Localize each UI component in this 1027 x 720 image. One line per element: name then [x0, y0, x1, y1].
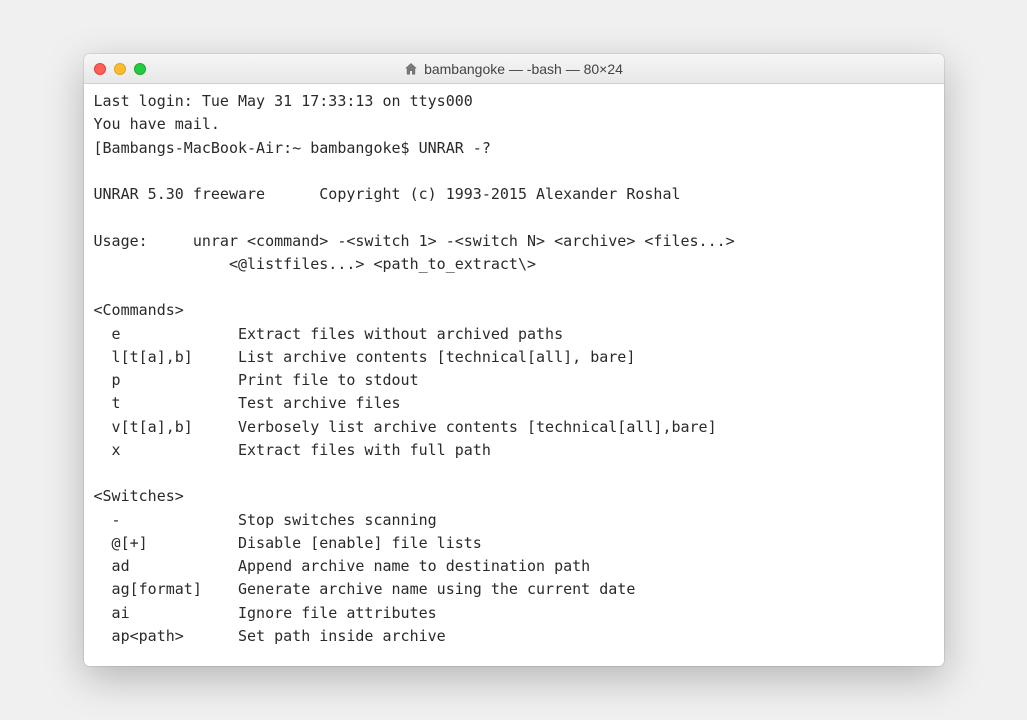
window-titlebar[interactable]: bambangoke — -bash — 80×24 — [84, 54, 944, 84]
zoom-button[interactable] — [134, 63, 146, 75]
terminal-line: <Commands> — [94, 301, 184, 319]
minimize-button[interactable] — [114, 63, 126, 75]
terminal-line: [Bambangs-MacBook-Air:~ bambangoke$ UNRA… — [94, 139, 491, 157]
window-title-text: bambangoke — -bash — 80×24 — [424, 61, 623, 77]
terminal-line: x Extract files with full path — [94, 441, 491, 459]
terminal-output[interactable]: Last login: Tue May 31 17:33:13 on ttys0… — [84, 84, 944, 666]
terminal-window: bambangoke — -bash — 80×24 Last login: T… — [84, 54, 944, 666]
terminal-line: <@listfiles...> <path_to_extract\> — [94, 255, 537, 273]
terminal-line: l[t[a],b] List archive contents [technic… — [94, 348, 636, 366]
terminal-line: ag[format] Generate archive name using t… — [94, 580, 636, 598]
terminal-line: Last login: Tue May 31 17:33:13 on ttys0… — [94, 92, 473, 110]
terminal-line: t Test archive files — [94, 394, 401, 412]
terminal-line: ai Ignore file attributes — [94, 604, 437, 622]
home-icon — [404, 62, 418, 76]
window-title: bambangoke — -bash — 80×24 — [94, 61, 934, 77]
terminal-line: ad Append archive name to destination pa… — [94, 557, 591, 575]
terminal-line: @[+] Disable [enable] file lists — [94, 534, 482, 552]
close-button[interactable] — [94, 63, 106, 75]
terminal-line: - Stop switches scanning — [94, 511, 437, 529]
terminal-line: p Print file to stdout — [94, 371, 419, 389]
terminal-line: ap<path> Set path inside archive — [94, 627, 446, 645]
terminal-line: <Switches> — [94, 487, 184, 505]
terminal-line: e Extract files without archived paths — [94, 325, 564, 343]
terminal-line: UNRAR 5.30 freeware Copyright (c) 1993-2… — [94, 185, 681, 203]
terminal-line: v[t[a],b] Verbosely list archive content… — [94, 418, 717, 436]
terminal-line: Usage: unrar <command> -<switch 1> -<swi… — [94, 232, 735, 250]
traffic-lights — [94, 63, 146, 75]
terminal-line: You have mail. — [94, 115, 220, 133]
